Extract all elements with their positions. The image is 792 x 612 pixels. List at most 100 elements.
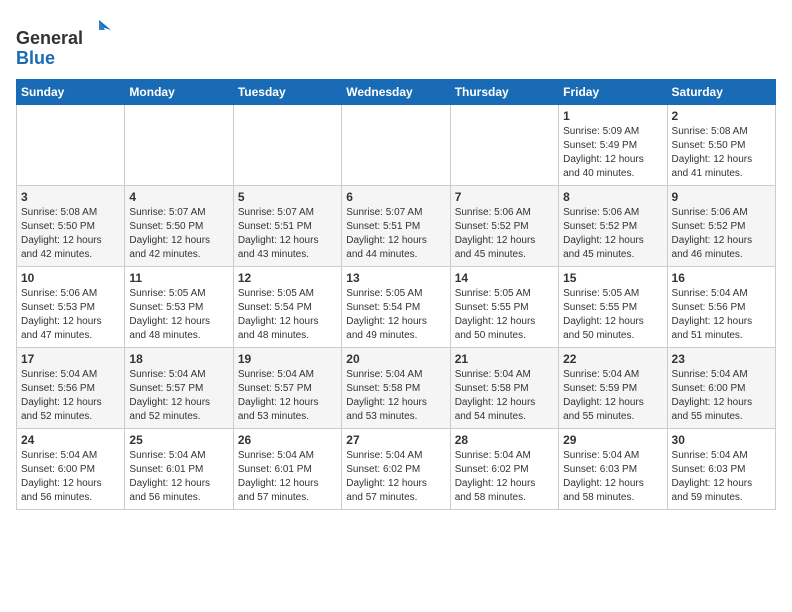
day-info: Sunrise: 5:04 AMSunset: 5:57 PMDaylight:… bbox=[238, 368, 337, 424]
day-number: 20 bbox=[346, 352, 445, 366]
day-number: 17 bbox=[21, 352, 120, 366]
calendar-week-row: 24 Sunrise: 5:04 AMSunset: 6:00 PMDayligh… bbox=[17, 428, 776, 509]
day-info: Sunrise: 5:04 AMSunset: 5:56 PMDaylight:… bbox=[21, 368, 120, 424]
day-number: 2 bbox=[672, 109, 771, 123]
day-number: 5 bbox=[238, 190, 337, 204]
weekday-header: Friday bbox=[559, 79, 667, 104]
calendar-day-cell: 4 Sunrise: 5:07 AMSunset: 5:50 PMDaylight… bbox=[125, 185, 233, 266]
calendar-day-cell: 1Sunrise: 5:09 AMSunset: 5:49 PMDaylight… bbox=[559, 104, 667, 185]
calendar-day-cell: 3 Sunrise: 5:08 AMSunset: 5:50 PMDaylight… bbox=[17, 185, 125, 266]
weekday-header: Thursday bbox=[450, 79, 558, 104]
calendar-day-cell: 26 Sunrise: 5:04 AMSunset: 6:01 PMDayligh… bbox=[233, 428, 341, 509]
day-info: Sunrise: 5:04 AMSunset: 6:01 PMDaylight:… bbox=[129, 449, 228, 505]
day-number: 22 bbox=[563, 352, 662, 366]
day-number: 29 bbox=[563, 433, 662, 447]
day-info: Sunrise: 5:06 AMSunset: 5:52 PMDaylight:… bbox=[672, 206, 771, 262]
day-number: 8 bbox=[563, 190, 662, 204]
day-info: Sunrise: 5:05 AMSunset: 5:55 PMDaylight:… bbox=[563, 287, 662, 343]
day-info: Sunrise: 5:04 AMSunset: 6:01 PMDaylight:… bbox=[238, 449, 337, 505]
page-header: General Blue bbox=[16, 16, 776, 69]
calendar-day-cell: 20 Sunrise: 5:04 AMSunset: 5:58 PMDayligh… bbox=[342, 347, 450, 428]
day-number: 25 bbox=[129, 433, 228, 447]
calendar-day-cell: 11 Sunrise: 5:05 AMSunset: 5:53 PMDayligh… bbox=[125, 266, 233, 347]
day-number: 7 bbox=[455, 190, 554, 204]
calendar-day-cell: 9 Sunrise: 5:06 AMSunset: 5:52 PMDaylight… bbox=[667, 185, 775, 266]
calendar-day-cell bbox=[233, 104, 341, 185]
day-info: Sunrise: 5:04 AMSunset: 5:57 PMDaylight:… bbox=[129, 368, 228, 424]
calendar-day-cell: 25 Sunrise: 5:04 AMSunset: 6:01 PMDayligh… bbox=[125, 428, 233, 509]
weekday-header: Wednesday bbox=[342, 79, 450, 104]
day-number: 28 bbox=[455, 433, 554, 447]
day-number: 18 bbox=[129, 352, 228, 366]
calendar-week-row: 1Sunrise: 5:09 AMSunset: 5:49 PMDaylight… bbox=[17, 104, 776, 185]
day-info: Sunrise: 5:04 AMSunset: 5:58 PMDaylight:… bbox=[346, 368, 445, 424]
calendar-day-cell: 5 Sunrise: 5:07 AMSunset: 5:51 PMDaylight… bbox=[233, 185, 341, 266]
day-number: 12 bbox=[238, 271, 337, 285]
calendar-day-cell bbox=[342, 104, 450, 185]
day-info: Sunrise: 5:04 AMSunset: 6:03 PMDaylight:… bbox=[563, 449, 662, 505]
day-number: 26 bbox=[238, 433, 337, 447]
calendar-day-cell bbox=[450, 104, 558, 185]
calendar-day-cell: 2Sunrise: 5:08 AMSunset: 5:50 PMDaylight… bbox=[667, 104, 775, 185]
day-info: Sunrise: 5:08 AMSunset: 5:50 PMDaylight:… bbox=[21, 206, 120, 262]
calendar-day-cell: 15 Sunrise: 5:05 AMSunset: 5:55 PMDayligh… bbox=[559, 266, 667, 347]
day-info: Sunrise: 5:07 AMSunset: 5:51 PMDaylight:… bbox=[346, 206, 445, 262]
day-info: Sunrise: 5:04 AMSunset: 6:02 PMDaylight:… bbox=[346, 449, 445, 505]
calendar-day-cell: 21 Sunrise: 5:04 AMSunset: 5:58 PMDayligh… bbox=[450, 347, 558, 428]
calendar-day-cell: 19 Sunrise: 5:04 AMSunset: 5:57 PMDayligh… bbox=[233, 347, 341, 428]
weekday-header: Sunday bbox=[17, 79, 125, 104]
calendar-day-cell: 18 Sunrise: 5:04 AMSunset: 5:57 PMDayligh… bbox=[125, 347, 233, 428]
calendar-day-cell: 14 Sunrise: 5:05 AMSunset: 5:55 PMDayligh… bbox=[450, 266, 558, 347]
day-info: Sunrise: 5:05 AMSunset: 5:55 PMDaylight:… bbox=[455, 287, 554, 343]
logo-bird-icon bbox=[85, 16, 113, 44]
day-number: 23 bbox=[672, 352, 771, 366]
day-info: Sunrise: 5:04 AMSunset: 5:56 PMDaylight:… bbox=[672, 287, 771, 343]
day-info: Sunrise: 5:07 AMSunset: 5:51 PMDaylight:… bbox=[238, 206, 337, 262]
calendar-day-cell: 28 Sunrise: 5:04 AMSunset: 6:02 PMDayligh… bbox=[450, 428, 558, 509]
calendar-day-cell bbox=[125, 104, 233, 185]
day-info: Sunrise: 5:05 AMSunset: 5:53 PMDaylight:… bbox=[129, 287, 228, 343]
day-number: 24 bbox=[21, 433, 120, 447]
day-number: 14 bbox=[455, 271, 554, 285]
day-number: 15 bbox=[563, 271, 662, 285]
day-number: 6 bbox=[346, 190, 445, 204]
calendar-week-row: 10Sunrise: 5:06 AMSunset: 5:53 PMDayligh… bbox=[17, 266, 776, 347]
day-number: 16 bbox=[672, 271, 771, 285]
calendar-day-cell: 23 Sunrise: 5:04 AMSunset: 6:00 PMDayligh… bbox=[667, 347, 775, 428]
calendar-day-cell: 22Sunrise: 5:04 AMSunset: 5:59 PMDayligh… bbox=[559, 347, 667, 428]
day-info: Sunrise: 5:04 AMSunset: 5:58 PMDaylight:… bbox=[455, 368, 554, 424]
day-info: Sunrise: 5:04 AMSunset: 6:03 PMDaylight:… bbox=[672, 449, 771, 505]
calendar-header-row: SundayMondayTuesdayWednesdayThursdayFrid… bbox=[17, 79, 776, 104]
weekday-header: Monday bbox=[125, 79, 233, 104]
calendar-day-cell: 17 Sunrise: 5:04 AMSunset: 5:56 PMDayligh… bbox=[17, 347, 125, 428]
day-info: Sunrise: 5:06 AMSunset: 5:52 PMDaylight:… bbox=[563, 206, 662, 262]
calendar-day-cell: 7 Sunrise: 5:06 AMSunset: 5:52 PMDaylight… bbox=[450, 185, 558, 266]
day-number: 27 bbox=[346, 433, 445, 447]
day-info: Sunrise: 5:05 AMSunset: 5:54 PMDaylight:… bbox=[238, 287, 337, 343]
day-number: 11 bbox=[129, 271, 228, 285]
day-info: Sunrise: 5:04 AMSunset: 6:00 PMDaylight:… bbox=[21, 449, 120, 505]
calendar-table: SundayMondayTuesdayWednesdayThursdayFrid… bbox=[16, 79, 776, 510]
day-info: Sunrise: 5:05 AMSunset: 5:54 PMDaylight:… bbox=[346, 287, 445, 343]
day-info: Sunrise: 5:06 AMSunset: 5:52 PMDaylight:… bbox=[455, 206, 554, 262]
day-info: Sunrise: 5:07 AMSunset: 5:50 PMDaylight:… bbox=[129, 206, 228, 262]
calendar-day-cell: 12 Sunrise: 5:05 AMSunset: 5:54 PMDayligh… bbox=[233, 266, 341, 347]
day-number: 13 bbox=[346, 271, 445, 285]
day-number: 21 bbox=[455, 352, 554, 366]
calendar-day-cell: 16 Sunrise: 5:04 AMSunset: 5:56 PMDayligh… bbox=[667, 266, 775, 347]
weekday-header: Tuesday bbox=[233, 79, 341, 104]
logo-blue: Blue bbox=[16, 48, 55, 68]
calendar-day-cell: 13 Sunrise: 5:05 AMSunset: 5:54 PMDayligh… bbox=[342, 266, 450, 347]
day-number: 3 bbox=[21, 190, 120, 204]
day-info: Sunrise: 5:04 AMSunset: 6:00 PMDaylight:… bbox=[672, 368, 771, 424]
day-number: 30 bbox=[672, 433, 771, 447]
logo-general: General bbox=[16, 28, 83, 48]
calendar-day-cell: 8 Sunrise: 5:06 AMSunset: 5:52 PMDaylight… bbox=[559, 185, 667, 266]
calendar-day-cell: 27 Sunrise: 5:04 AMSunset: 6:02 PMDayligh… bbox=[342, 428, 450, 509]
calendar-day-cell: 6 Sunrise: 5:07 AMSunset: 5:51 PMDaylight… bbox=[342, 185, 450, 266]
day-info: Sunrise: 5:09 AMSunset: 5:49 PMDaylight:… bbox=[563, 125, 662, 181]
day-info: Sunrise: 5:04 AMSunset: 6:02 PMDaylight:… bbox=[455, 449, 554, 505]
day-number: 9 bbox=[672, 190, 771, 204]
day-number: 19 bbox=[238, 352, 337, 366]
day-number: 4 bbox=[129, 190, 228, 204]
